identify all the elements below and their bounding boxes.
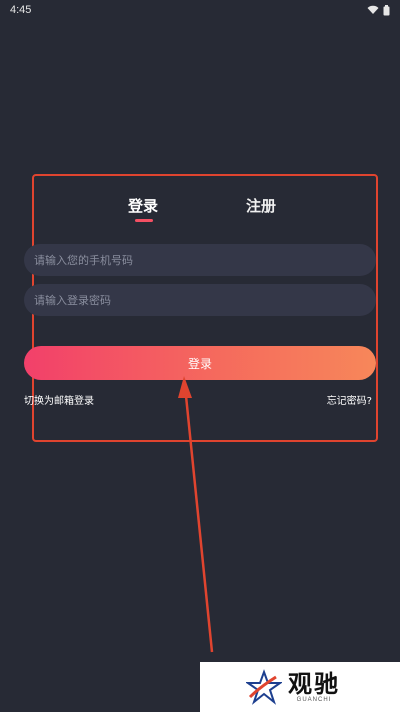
annotation-arrow bbox=[178, 376, 214, 653]
watermark-brand: 观驰 bbox=[288, 670, 340, 698]
watermark-text: 观驰 GUANCHI bbox=[288, 671, 340, 703]
watermark: 观驰 GUANCHI bbox=[200, 662, 400, 712]
watermark-sub: GUANCHI bbox=[296, 697, 332, 703]
star-logo-icon bbox=[246, 669, 282, 705]
